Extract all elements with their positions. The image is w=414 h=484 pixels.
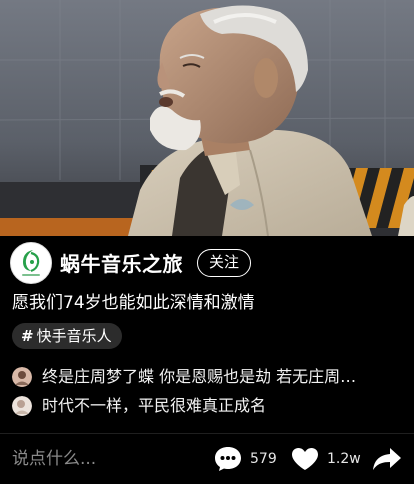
speech-bubble-icon[interactable] xyxy=(214,446,242,472)
comment-count: 579 xyxy=(250,451,277,467)
divider xyxy=(0,433,414,434)
video-caption: 愿我们74岁也能如此深情和激情 xyxy=(12,293,255,313)
topic-tag[interactable]: # 快手音乐人 xyxy=(12,323,122,349)
like-count: 1.2w xyxy=(327,451,361,467)
comment-input[interactable]: 说点什么... xyxy=(12,447,96,471)
commenter-avatar xyxy=(12,396,32,416)
commenter-avatar xyxy=(12,367,32,387)
topic-tag-label: 快手音乐人 xyxy=(36,327,112,345)
hashtag-icon: # xyxy=(21,327,34,345)
comment-text: 终是庄周梦了蝶 你是恩赐也是劫 若无庄周… xyxy=(42,367,357,386)
comment-text: 时代不一样，平民很难真正成名 xyxy=(42,396,267,415)
heart-icon[interactable] xyxy=(291,447,319,471)
app-screen: 蜗牛音乐之旅 关注 愿我们74岁也能如此深情和激情 # 快手音乐人 终是庄周梦了蝶… xyxy=(0,0,414,484)
snail-music-logo-icon xyxy=(11,243,51,283)
video-frame-image xyxy=(0,0,414,236)
share-arrow-icon[interactable] xyxy=(372,447,402,471)
author-name[interactable]: 蜗牛音乐之旅 xyxy=(60,251,183,277)
follow-button[interactable]: 关注 xyxy=(197,249,251,277)
video-player[interactable] xyxy=(0,0,414,236)
author-avatar[interactable] xyxy=(10,242,52,284)
comment-preview[interactable]: 时代不一样，平民很难真正成名 xyxy=(12,394,404,418)
comment-preview[interactable]: 终是庄周梦了蝶 你是恩赐也是劫 若无庄周… xyxy=(12,365,404,389)
